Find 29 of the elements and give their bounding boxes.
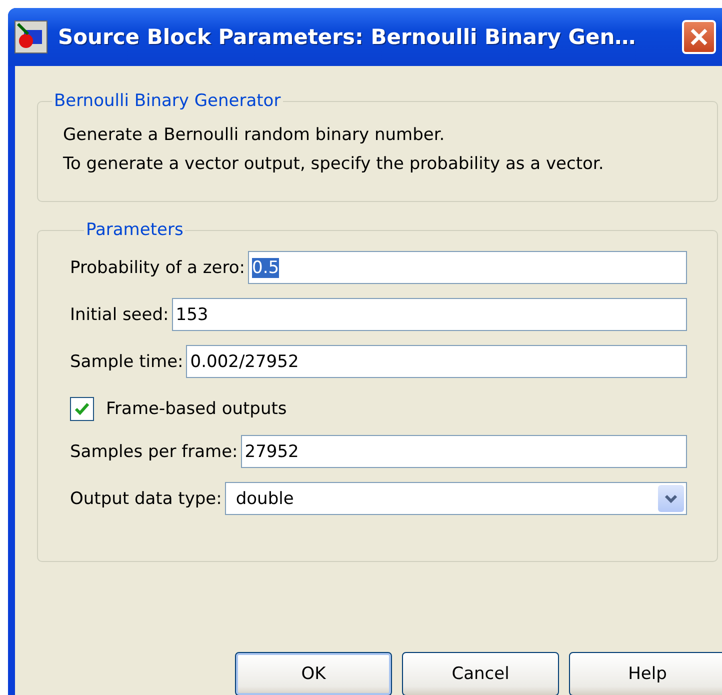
field-label: Probability of a zero: xyxy=(70,258,246,278)
field-label: Sample time: xyxy=(70,352,184,372)
group-legend: Bernoulli Binary Generator xyxy=(52,91,283,111)
dialog-button[interactable]: Cancel xyxy=(402,652,559,695)
input-field[interactable]: 153 xyxy=(172,298,687,331)
input-field[interactable]: 0.5 xyxy=(248,251,687,284)
chevron-down-icon xyxy=(658,485,684,512)
description-text: Generate a Bernoulli random binary number. xyxy=(63,124,446,147)
field-value: 0.002/27952 xyxy=(190,352,299,372)
description-text: To generate a vector output, specify the probability as a vector. xyxy=(63,153,605,176)
field-label: Samples per frame: xyxy=(70,442,238,462)
block-icon xyxy=(14,20,48,54)
group-legend: Parameters xyxy=(84,220,186,240)
dialog-button[interactable]: Help xyxy=(569,652,722,695)
dialog-button[interactable]: OK xyxy=(235,652,392,695)
check-icon xyxy=(74,400,90,416)
input-field[interactable]: 27952 xyxy=(240,435,687,468)
field-value: 153 xyxy=(176,304,208,324)
field-label: Output data type: xyxy=(70,488,222,508)
field-value: 0.5 xyxy=(252,258,280,278)
field-label: Initial seed: xyxy=(70,304,169,324)
checkbox[interactable] xyxy=(70,396,94,420)
dropdown[interactable]: double xyxy=(224,482,687,515)
close-icon xyxy=(688,26,710,48)
close-button[interactable] xyxy=(682,20,716,54)
checkbox-label: Frame-based outputs xyxy=(106,398,287,418)
input-field[interactable]: 0.002/27952 xyxy=(186,345,687,378)
field-value: 27952 xyxy=(244,442,299,462)
window-title: Source Block Parameters: Bernoulli Binary Gen… xyxy=(58,25,637,49)
